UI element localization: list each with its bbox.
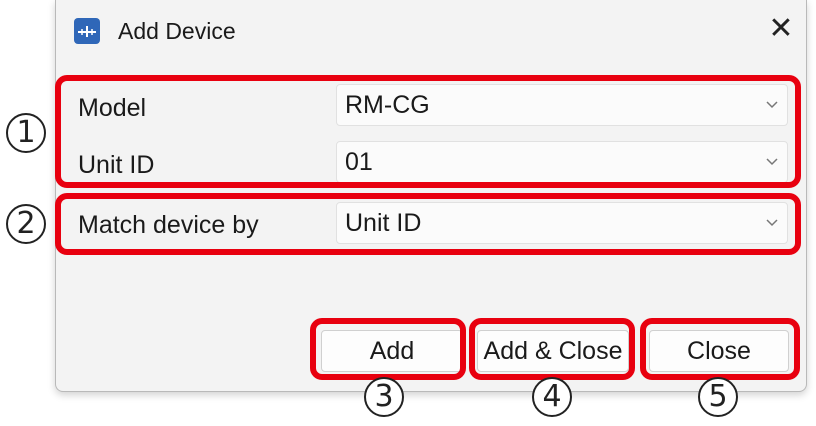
- dialog-title: Add Device: [118, 18, 236, 44]
- unit-id-select[interactable]: 01: [336, 141, 788, 183]
- callout-1: 1: [6, 113, 46, 153]
- callout-2: 2: [6, 204, 46, 244]
- model-label: Model: [78, 94, 147, 122]
- chevron-down-icon: [766, 158, 778, 166]
- add-button[interactable]: Add: [321, 330, 463, 372]
- model-value: RM-CG: [345, 91, 430, 119]
- add-device-dialog: Add Device ✕ Model RM-CG Unit ID 01 Matc…: [55, 0, 807, 392]
- callout-5: 5: [698, 377, 738, 417]
- close-icon[interactable]: ✕: [766, 14, 796, 44]
- callout-3: 3: [364, 377, 404, 417]
- match-device-by-select[interactable]: Unit ID: [336, 202, 788, 244]
- unit-id-value: 01: [345, 148, 373, 176]
- add-and-close-button[interactable]: Add & Close: [477, 330, 629, 372]
- close-button[interactable]: Close: [649, 330, 789, 372]
- chevron-down-icon: [766, 101, 778, 109]
- chevron-down-icon: [766, 219, 778, 227]
- match-device-by-value: Unit ID: [345, 209, 422, 237]
- unit-id-label: Unit ID: [78, 151, 155, 179]
- model-select[interactable]: RM-CG: [336, 84, 788, 126]
- callout-4: 4: [532, 377, 572, 417]
- match-device-by-label: Match device by: [78, 211, 259, 239]
- device-app-icon: [74, 18, 100, 44]
- dialog-titlebar: Add Device ✕: [56, 0, 806, 62]
